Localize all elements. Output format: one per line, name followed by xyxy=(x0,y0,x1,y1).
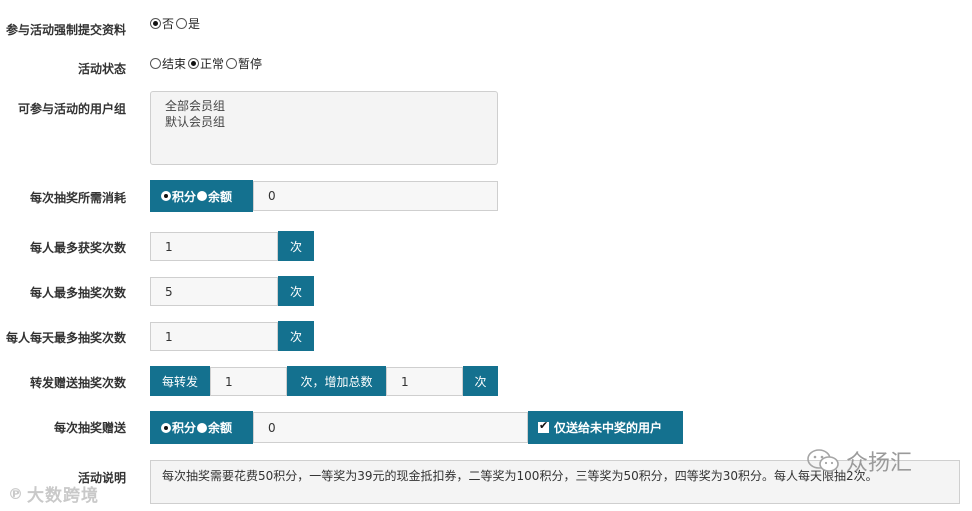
gift-per-draw-label: 每次抽奖赠送 xyxy=(53,421,126,435)
gift-points-radio[interactable] xyxy=(161,422,171,433)
status-ended-text: 结束 xyxy=(162,57,187,71)
gift-points-text: 积分 xyxy=(172,421,197,435)
max-draws-input[interactable]: 5 xyxy=(150,277,278,306)
user-group-option[interactable]: 全部会员组 xyxy=(165,98,483,114)
gift-value-input[interactable]: 0 xyxy=(253,412,528,443)
watermark-mark-icon: ℗ xyxy=(8,484,24,503)
checkbox-checked-icon[interactable] xyxy=(538,419,549,433)
cost-points-radio[interactable] xyxy=(161,191,171,201)
user-groups-listbox[interactable]: 全部会员组 默认会员组 xyxy=(150,91,498,165)
user-groups-label: 可参与活动的用户组 xyxy=(17,102,126,116)
max-wins-unit: 次 xyxy=(278,231,314,261)
max-daily-draws-unit: 次 xyxy=(278,321,314,351)
status-radios: 结束 正常 暂停 xyxy=(150,55,264,72)
only-non-winners-checkbox[interactable]: 仅送给未中奖的用户 xyxy=(528,411,683,444)
cost-type-radios: 积分 余额 xyxy=(150,180,253,212)
only-non-winners-text: 仅送给未中奖的用户 xyxy=(554,421,663,435)
gift-balance-radio[interactable] xyxy=(197,422,208,433)
share-gift-count-input[interactable]: 1 xyxy=(210,367,287,396)
share-gift-prefix: 每转发 xyxy=(150,366,210,396)
max-draws-unit: 次 xyxy=(278,276,314,306)
cost-value-input[interactable]: 0 xyxy=(253,181,498,211)
force-submit-yes-radio[interactable] xyxy=(176,18,188,29)
force-submit-yes-text: 是 xyxy=(188,17,201,31)
cost-balance-radio[interactable] xyxy=(197,191,208,201)
force-submit-no-text: 否 xyxy=(162,17,175,31)
max-wins-label: 每人最多获奖次数 xyxy=(29,241,126,255)
watermark-left-text: 大数跨境 xyxy=(27,486,99,506)
force-submit-radios: 否 是 xyxy=(150,15,202,32)
status-label: 活动状态 xyxy=(77,62,126,76)
status-ended-radio[interactable] xyxy=(150,58,161,69)
force-submit-no-radio[interactable] xyxy=(150,18,161,29)
gift-balance-text: 余额 xyxy=(208,421,233,435)
share-gift-unit: 次 xyxy=(463,366,498,396)
watermark-logo-left: ℗ 大数跨境 xyxy=(8,481,99,507)
share-gift-middle: 次，增加总数 xyxy=(287,366,386,396)
user-group-option[interactable]: 默认会员组 xyxy=(165,114,483,130)
share-gift-label: 转发赠送抽奖次数 xyxy=(29,376,126,390)
gift-type-radios: 积分 余额 xyxy=(150,411,253,444)
max-draws-label: 每人最多抽奖次数 xyxy=(29,286,126,300)
cost-points-text: 积分 xyxy=(172,189,197,204)
activity-settings-form: 参与活动强制提交资料 否 是 活动状态 结束 正常 暂停 可参与活动的用户组 全… xyxy=(0,0,972,511)
cost-per-draw-label: 每次抽奖所需消耗 xyxy=(29,191,126,205)
share-gift-total-input[interactable]: 1 xyxy=(386,367,463,396)
status-normal-radio[interactable] xyxy=(188,58,200,69)
status-paused-radio[interactable] xyxy=(226,58,238,69)
max-daily-draws-input[interactable]: 1 xyxy=(150,322,278,351)
wechat-icon xyxy=(807,449,839,472)
status-normal-text: 正常 xyxy=(200,57,225,71)
max-daily-draws-label: 每人每天最多抽奖次数 xyxy=(5,331,126,345)
cost-balance-text: 余额 xyxy=(208,189,233,204)
max-wins-input[interactable]: 1 xyxy=(150,232,278,261)
status-paused-text: 暂停 xyxy=(238,57,263,71)
watermark-right-text: 众扬汇 xyxy=(846,451,913,476)
watermark-logo-right: 众扬汇 xyxy=(806,445,912,477)
